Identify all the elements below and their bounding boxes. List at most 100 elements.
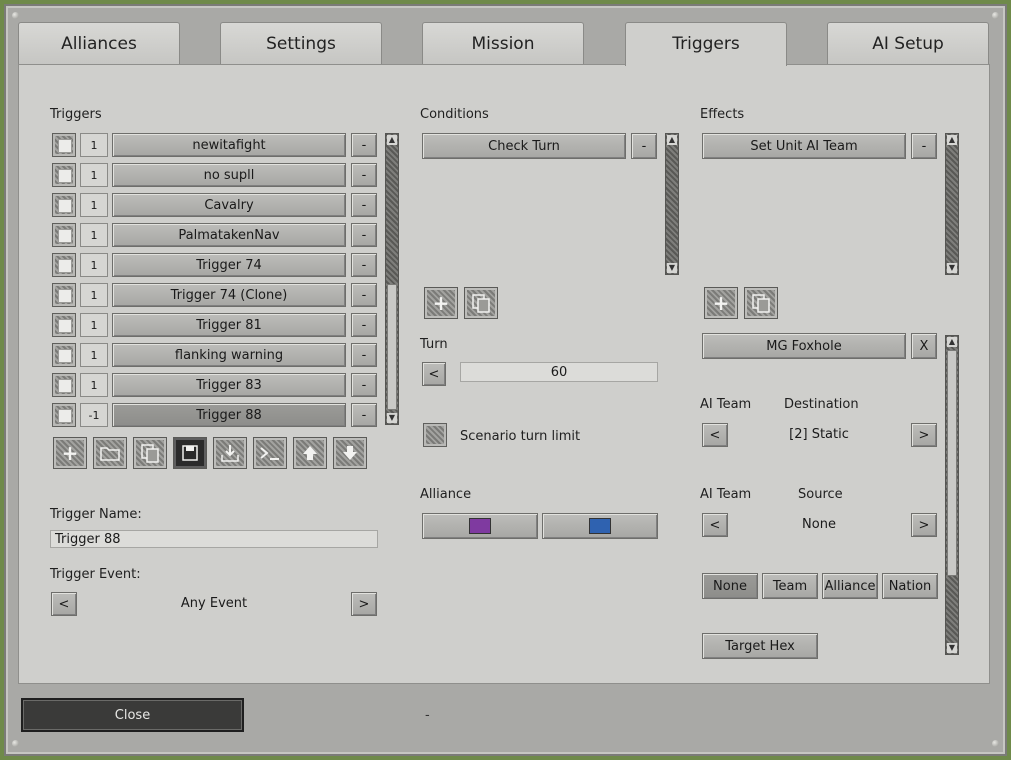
event-prev-button[interactable]: < — [51, 592, 77, 616]
remove-unit-button[interactable]: X — [911, 333, 937, 359]
copy-icon — [472, 294, 490, 313]
turn-prev-button[interactable]: < — [422, 362, 446, 386]
trigger-repeat-count[interactable]: -1 — [80, 403, 108, 427]
add-effect-button[interactable]: + — [704, 287, 738, 319]
trigger-item[interactable]: no supll — [112, 163, 346, 187]
remove-trigger-button[interactable]: - — [351, 313, 377, 337]
trigger-enabled-checkbox[interactable] — [52, 313, 76, 337]
trigger-item[interactable]: PalmatakenNav — [112, 223, 346, 247]
trigger-repeat-count[interactable]: 1 — [80, 163, 108, 187]
trigger-enabled-checkbox[interactable] — [52, 223, 76, 247]
trigger-enabled-checkbox[interactable] — [52, 343, 76, 367]
clone-effect-button[interactable] — [744, 287, 778, 319]
trigger-item[interactable]: Cavalry — [112, 193, 346, 217]
scroll-down-icon[interactable]: ▼ — [947, 263, 957, 273]
scroll-thumb[interactable] — [387, 284, 397, 410]
trigger-repeat-count[interactable]: 1 — [80, 283, 108, 307]
clone-condition-button[interactable] — [464, 287, 498, 319]
remove-trigger-button[interactable]: - — [351, 283, 377, 307]
import-button[interactable] — [213, 437, 247, 469]
trigger-item[interactable]: flanking warning — [112, 343, 346, 367]
effect-details-scrollbar[interactable]: ▲ ▼ — [945, 335, 959, 655]
effect-item[interactable]: Set Unit AI Team — [702, 133, 906, 159]
trigger-enabled-checkbox[interactable] — [52, 373, 76, 397]
target-hex-button[interactable]: Target Hex — [702, 633, 818, 659]
trigger-enabled-checkbox[interactable] — [52, 253, 76, 277]
remove-trigger-button[interactable]: - — [351, 193, 377, 217]
remove-trigger-button[interactable]: - — [351, 343, 377, 367]
tab-mission[interactable]: Mission — [422, 22, 584, 64]
tab-settings[interactable]: Settings — [220, 22, 382, 64]
scenario-turn-limit-checkbox[interactable] — [423, 423, 447, 447]
unit-button[interactable]: MG Foxhole — [702, 333, 906, 359]
move-down-button[interactable] — [333, 437, 367, 469]
alliance-button-2[interactable] — [542, 513, 658, 539]
trigger-enabled-checkbox[interactable] — [52, 283, 76, 307]
trigger-repeat-count[interactable]: 1 — [80, 223, 108, 247]
event-next-button[interactable]: > — [351, 592, 377, 616]
scope-team-button[interactable]: Team — [762, 573, 818, 599]
trigger-repeat-count[interactable]: 1 — [80, 193, 108, 217]
destination-next-button[interactable]: > — [911, 423, 937, 447]
scroll-thumb[interactable] — [947, 350, 957, 576]
trigger-enabled-checkbox[interactable] — [52, 193, 76, 217]
alliance-color-swatch — [589, 518, 611, 534]
scroll-up-icon[interactable]: ▲ — [947, 135, 957, 145]
tab-ai-setup[interactable]: AI Setup — [827, 22, 989, 64]
trigger-enabled-checkbox[interactable] — [52, 133, 76, 157]
trigger-repeat-count[interactable]: 1 — [80, 253, 108, 277]
scroll-down-icon[interactable]: ▼ — [667, 263, 677, 273]
tab-alliances[interactable]: Alliances — [18, 22, 180, 64]
scroll-up-icon[interactable]: ▲ — [387, 135, 397, 145]
effects-scrollbar[interactable]: ▲ ▼ — [945, 133, 959, 275]
scope-nation-button[interactable]: Nation — [882, 573, 938, 599]
trigger-item[interactable]: Trigger 81 — [112, 313, 346, 337]
add-condition-button[interactable]: + — [424, 287, 458, 319]
remove-trigger-button[interactable]: - — [351, 223, 377, 247]
trigger-item[interactable]: Trigger 88 — [112, 403, 346, 427]
source-next-button[interactable]: > — [911, 513, 937, 537]
remove-trigger-button[interactable]: - — [351, 403, 377, 427]
remove-trigger-button[interactable]: - — [351, 373, 377, 397]
trigger-item[interactable]: Trigger 74 — [112, 253, 346, 277]
add-trigger-button[interactable]: + — [53, 437, 87, 469]
scope-none-button[interactable]: None — [702, 573, 758, 599]
close-button[interactable]: Close — [21, 698, 244, 732]
scope-alliance-button[interactable]: Alliance — [822, 573, 878, 599]
condition-item[interactable]: Check Turn — [422, 133, 626, 159]
trigger-item[interactable]: Trigger 74 (Clone) — [112, 283, 346, 307]
trigger-repeat-count[interactable]: 1 — [80, 313, 108, 337]
remove-effect-button[interactable]: - — [911, 133, 937, 159]
remove-trigger-button[interactable]: - — [351, 253, 377, 277]
source-prev-button[interactable]: < — [702, 513, 728, 537]
remove-condition-button[interactable]: - — [631, 133, 657, 159]
trigger-enabled-checkbox[interactable] — [52, 403, 76, 427]
trigger-repeat-count[interactable]: 1 — [80, 343, 108, 367]
scroll-down-icon[interactable]: ▼ — [387, 413, 397, 423]
rivet — [992, 12, 999, 19]
scroll-down-icon[interactable]: ▼ — [947, 643, 957, 653]
clone-trigger-button[interactable] — [133, 437, 167, 469]
turn-value-input[interactable]: 60 — [460, 362, 658, 382]
alliance-button-1[interactable] — [422, 513, 538, 539]
destination-prev-button[interactable]: < — [702, 423, 728, 447]
console-button[interactable] — [253, 437, 287, 469]
save-button[interactable] — [173, 437, 207, 469]
tab-triggers[interactable]: Triggers — [625, 22, 787, 66]
turn-label: Turn — [420, 337, 448, 352]
destination-label: Destination — [784, 397, 859, 412]
trigger-enabled-checkbox[interactable] — [52, 163, 76, 187]
remove-trigger-button[interactable]: - — [351, 133, 377, 157]
move-up-button[interactable] — [293, 437, 327, 469]
conditions-scrollbar[interactable]: ▲ ▼ — [665, 133, 679, 275]
trigger-item[interactable]: Trigger 83 — [112, 373, 346, 397]
remove-trigger-button[interactable]: - — [351, 163, 377, 187]
trigger-list-scrollbar[interactable]: ▲ ▼ — [385, 133, 399, 425]
trigger-name-input[interactable]: Trigger 88 — [50, 530, 378, 548]
trigger-item[interactable]: newitafight — [112, 133, 346, 157]
trigger-repeat-count[interactable]: 1 — [80, 133, 108, 157]
trigger-repeat-count[interactable]: 1 — [80, 373, 108, 397]
scroll-up-icon[interactable]: ▲ — [947, 337, 957, 347]
open-folder-button[interactable] — [93, 437, 127, 469]
scroll-up-icon[interactable]: ▲ — [667, 135, 677, 145]
